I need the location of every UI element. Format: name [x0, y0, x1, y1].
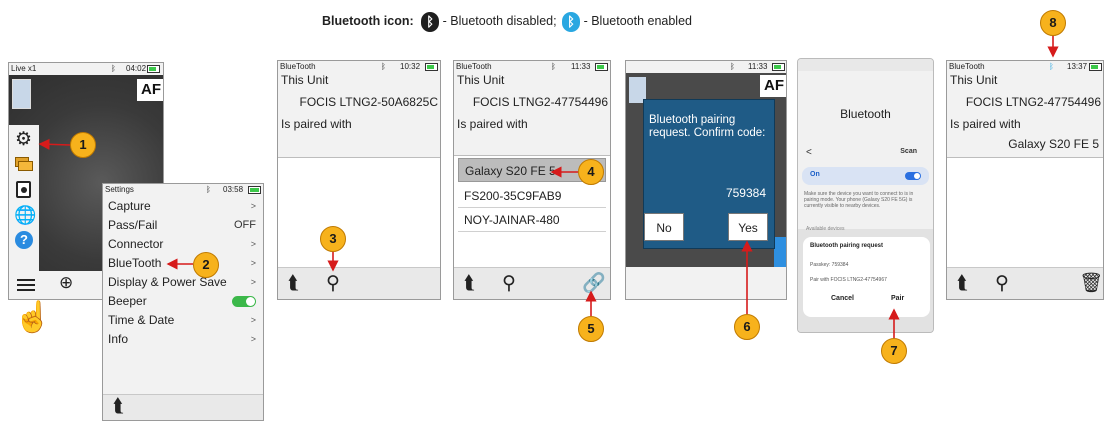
- arrow-1: [38, 138, 71, 150]
- callout-6: 6: [734, 314, 760, 340]
- callout-2: 2: [193, 252, 219, 278]
- callout-3: 3: [320, 226, 346, 252]
- callout-7: 7: [881, 338, 907, 364]
- callout-4: 4: [578, 159, 604, 185]
- callout-arrows: [38, 36, 1059, 338]
- callout-8: 8: [1040, 10, 1066, 36]
- callout-5: 5: [578, 316, 604, 342]
- callout-1: 1: [70, 132, 96, 158]
